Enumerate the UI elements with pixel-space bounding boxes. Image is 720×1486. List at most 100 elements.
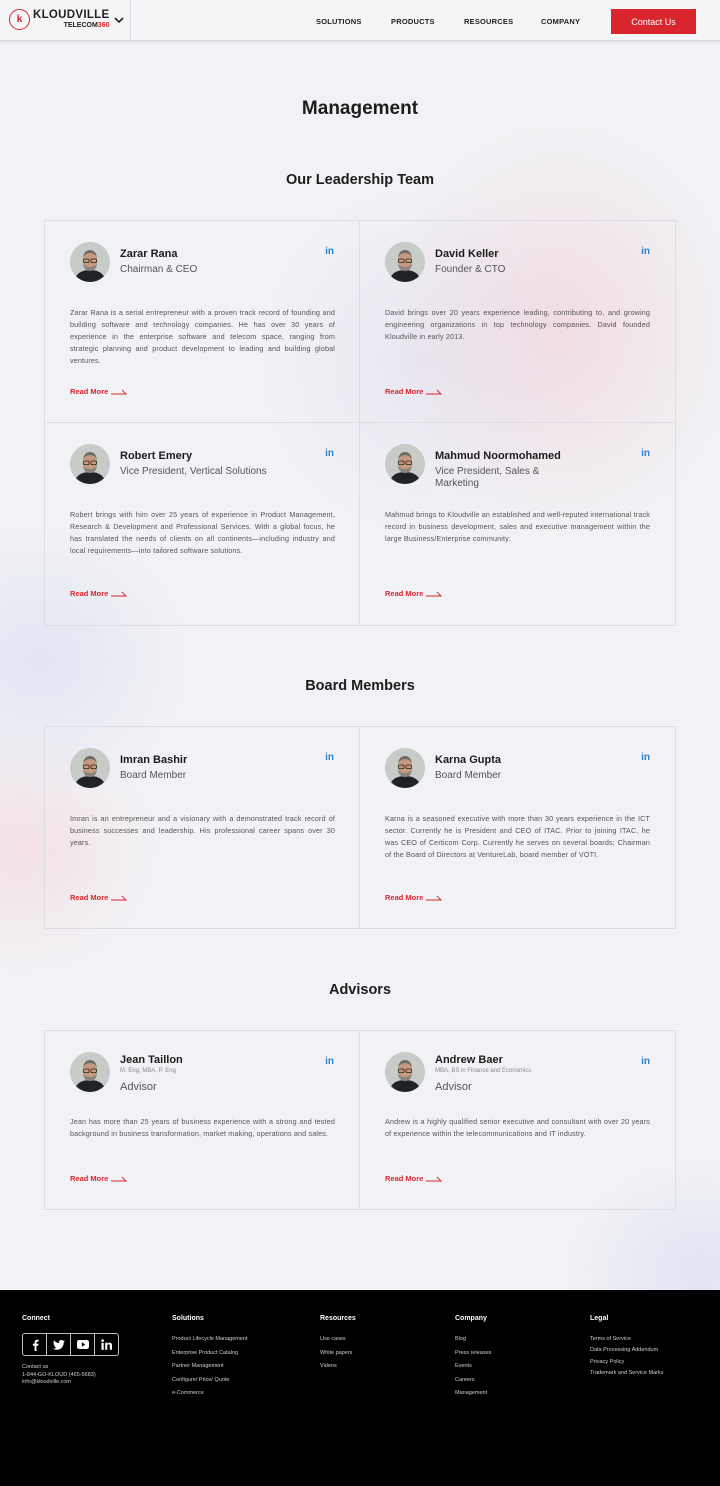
linkedin-icon[interactable]: in xyxy=(325,1056,334,1067)
footer-heading-connect: Connect xyxy=(22,1315,50,1322)
member-role: Vice President, Sales & Marketing xyxy=(435,466,540,489)
read-more-link[interactable]: Read More xyxy=(70,1174,128,1183)
linkedin-icon[interactable]: in xyxy=(641,1056,650,1067)
linkedin-icon[interactable]: in xyxy=(325,752,334,763)
footer-link[interactable]: Blog xyxy=(455,1336,466,1342)
contact-us-button[interactable]: Contact Us xyxy=(611,9,696,34)
header-divider xyxy=(130,0,131,41)
read-more-link[interactable]: Read More xyxy=(385,387,443,396)
arrow-right-icon xyxy=(111,389,128,394)
contact-phone[interactable]: 1-844-GO-KLOUD (465-5683) xyxy=(22,1372,96,1380)
site-footer: Connect Contact us 1-844-GO-KLOUD (465-5… xyxy=(0,1290,720,1486)
facebook-icon[interactable] xyxy=(23,1334,47,1355)
nav-resources[interactable]: RESOURCES xyxy=(464,17,513,26)
footer-link[interactable]: Careers xyxy=(455,1377,475,1383)
footer-link[interactable]: Enterprise Product Catalog xyxy=(172,1350,238,1356)
member-bio: David brings over 20 years experience le… xyxy=(385,308,650,341)
member-name: Jean Taillon xyxy=(120,1054,183,1066)
linkedin-footer-icon[interactable] xyxy=(95,1334,118,1355)
leadership-heading: Our Leadership Team xyxy=(286,172,434,188)
footer-link[interactable]: Configure/ Price/ Quote xyxy=(172,1377,229,1383)
twitter-icon[interactable] xyxy=(47,1334,71,1355)
avatar xyxy=(385,242,425,282)
read-more-link[interactable]: Read More xyxy=(385,893,443,902)
board-heading: Board Members xyxy=(305,678,415,694)
logo-main-text: KLOUDVILLE xyxy=(33,8,110,21)
member-bio: Mahmud brings to Kloudville an establish… xyxy=(385,510,650,543)
read-more-label: Read More xyxy=(385,589,424,598)
footer-link[interactable]: Data Processing Addendum xyxy=(590,1347,658,1353)
member-bio: Zarar Rana is a serial entrepreneur with… xyxy=(70,308,335,365)
logo-sub-accent: 360 xyxy=(97,22,110,30)
team-card: Zarar Rana Chairman & CEO in Zarar Rana … xyxy=(45,221,360,423)
read-more-link[interactable]: Read More xyxy=(70,387,128,396)
avatar xyxy=(70,444,110,484)
team-card: Robert Emery Vice President, Vertical So… xyxy=(45,423,360,625)
read-more-link[interactable]: Read More xyxy=(385,1174,443,1183)
team-card: Jean Taillon M. Eng, MBA, P. Eng Advisor… xyxy=(45,1031,360,1209)
read-more-label: Read More xyxy=(70,387,109,396)
member-name: Andrew Baer xyxy=(435,1054,503,1066)
nav-company[interactable]: COMPANY xyxy=(541,17,580,26)
nav-products[interactable]: PRODUCTS xyxy=(391,17,435,26)
nav-solutions[interactable]: SOLUTIONS xyxy=(316,17,362,26)
kloudville-logo[interactable]: k KLOUDVILLE TELECOM360 xyxy=(9,9,109,30)
footer-link[interactable]: Videos xyxy=(320,1363,337,1369)
footer-link[interactable]: Events xyxy=(455,1363,472,1369)
linkedin-icon[interactable]: in xyxy=(641,246,650,257)
read-more-label: Read More xyxy=(385,387,424,396)
advisors-heading: Advisors xyxy=(328,982,392,998)
site-header: k KLOUDVILLE TELECOM360 SOLUTIONS PRODUC… xyxy=(0,0,720,41)
footer-link[interactable]: Use cases xyxy=(320,1336,346,1342)
footer-heading-company: Company xyxy=(455,1315,487,1322)
footer-link[interactable]: Press releases xyxy=(455,1350,491,1356)
youtube-icon[interactable] xyxy=(71,1334,95,1355)
member-bio: Robert brings with him over 25 years of … xyxy=(70,510,335,555)
linkedin-icon[interactable]: in xyxy=(641,448,650,459)
board-grid: Imran Bashir Board Member in Imran is an… xyxy=(44,726,676,929)
footer-link[interactable]: Privacy Policy xyxy=(590,1359,624,1365)
logo-sub-text: TELECOM xyxy=(63,22,98,30)
arrow-right-icon xyxy=(111,1176,128,1181)
arrow-right-icon xyxy=(426,895,443,900)
read-more-label: Read More xyxy=(385,893,424,902)
team-card: Karna Gupta Board Member in Karna is a s… xyxy=(360,727,675,928)
read-more-link[interactable]: Read More xyxy=(70,893,128,902)
member-bio: Imran is an entrepreneur and a visionary… xyxy=(70,814,335,847)
footer-heading-solutions: Solutions xyxy=(172,1315,204,1322)
linkedin-icon[interactable]: in xyxy=(641,752,650,763)
read-more-label: Read More xyxy=(385,1174,424,1183)
member-name: Imran Bashir xyxy=(120,754,188,766)
contact-block: Contact us 1-844-GO-KLOUD (465-5683) inf… xyxy=(22,1364,96,1387)
arrow-right-icon xyxy=(111,591,128,596)
avatar xyxy=(70,1052,110,1092)
footer-link[interactable]: e-Commerce xyxy=(172,1390,204,1396)
member-name: Karna Gupta xyxy=(435,754,502,766)
page-title: Management xyxy=(301,98,419,119)
avatar xyxy=(70,748,110,788)
member-role: Board Member xyxy=(435,770,502,781)
footer-link[interactable]: Management xyxy=(455,1390,487,1396)
member-role: Advisor xyxy=(435,1081,472,1093)
member-role: Founder & CTO xyxy=(435,264,506,275)
read-more-link[interactable]: Read More xyxy=(70,589,128,598)
member-name: David Keller xyxy=(435,248,499,260)
read-more-label: Read More xyxy=(70,893,109,902)
linkedin-icon[interactable]: in xyxy=(325,246,334,257)
contact-email[interactable]: info@kloudville.com xyxy=(22,1379,96,1387)
footer-link[interactable]: Trademark and Service Marks xyxy=(590,1370,663,1376)
member-role: Advisor xyxy=(120,1081,157,1093)
footer-link[interactable]: Partner Management xyxy=(172,1363,224,1369)
linkedin-icon[interactable]: in xyxy=(325,448,334,459)
arrow-right-icon xyxy=(111,895,128,900)
footer-link[interactable]: Terms of Service xyxy=(590,1336,631,1342)
contact-label: Contact us xyxy=(22,1364,49,1370)
member-role: Vice President, Vertical Solutions xyxy=(120,466,267,477)
logo-mark: k xyxy=(9,9,30,30)
avatar xyxy=(385,444,425,484)
footer-link[interactable]: Product Lifecycle Management xyxy=(172,1336,248,1342)
chevron-down-icon[interactable] xyxy=(112,13,126,27)
member-role: Board Member xyxy=(120,770,187,781)
footer-link[interactable]: White papers xyxy=(320,1350,352,1356)
read-more-link[interactable]: Read More xyxy=(385,589,443,598)
